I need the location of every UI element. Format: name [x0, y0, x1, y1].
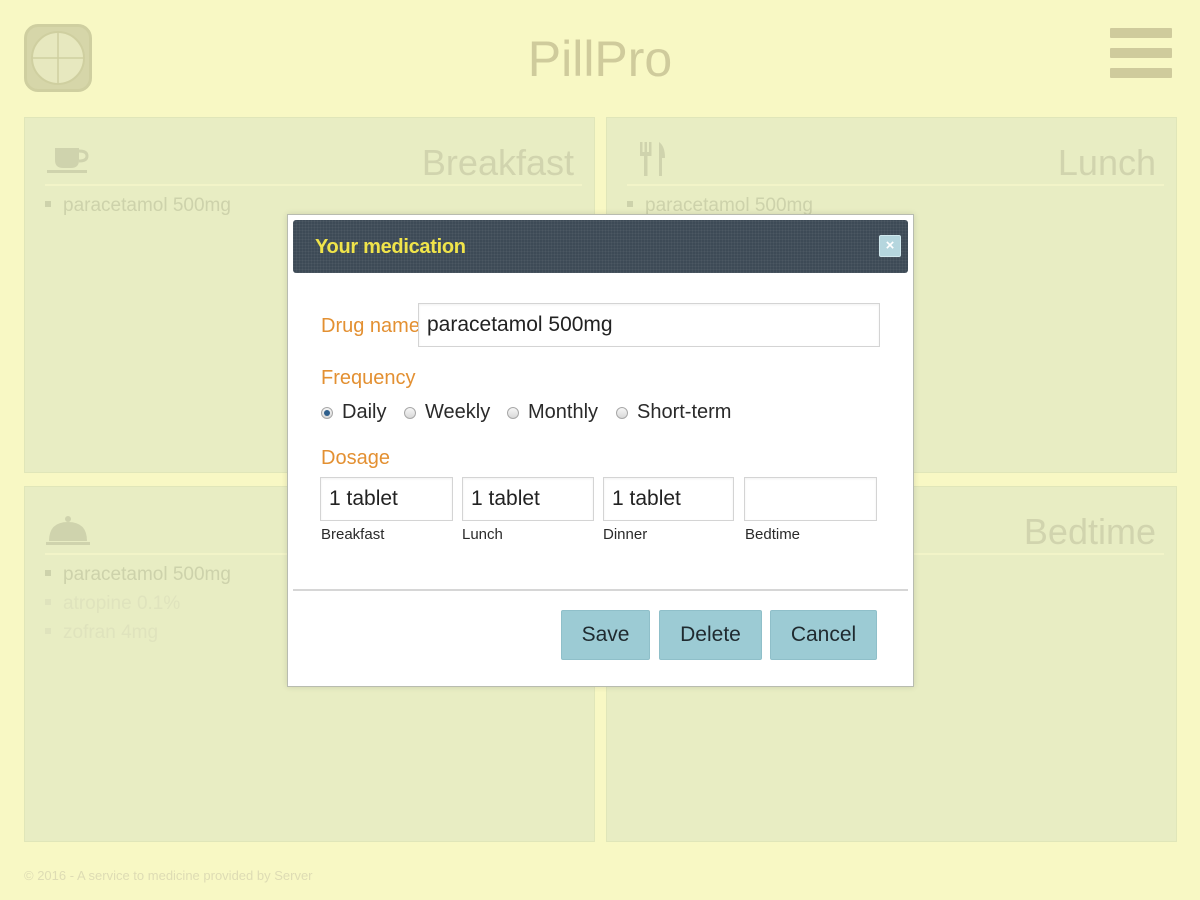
list-item[interactable]: paracetamol 500mg	[45, 196, 231, 225]
panel-divider	[627, 184, 1164, 186]
cancel-button[interactable]: Cancel	[770, 610, 877, 660]
frequency-label: Frequency	[321, 367, 416, 389]
dosage-caption-lunch: Lunch	[462, 526, 503, 543]
footer-text: © 2016 - A service to medicine provided …	[24, 868, 313, 883]
dosage-lunch-input[interactable]: 1 tablet	[462, 477, 594, 521]
panel-divider	[45, 184, 582, 186]
radio-unselected-icon[interactable]	[616, 407, 628, 419]
app-title: PillPro	[527, 31, 673, 87]
medication-dialog: Your medication × Drug name paracetamol …	[287, 214, 914, 687]
close-icon[interactable]: ×	[879, 235, 901, 257]
hamburger-menu-icon[interactable]	[1110, 28, 1172, 78]
dinner-medication-list: paracetamol 500mg atropine 0.1% zofran 4…	[45, 565, 231, 652]
list-item[interactable]: paracetamol 500mg	[45, 565, 231, 594]
save-button[interactable]: Save	[561, 610, 650, 660]
coffee-cup-icon	[47, 148, 89, 173]
drug-name-input[interactable]: paracetamol 500mg	[418, 303, 880, 347]
dosage-bedtime-input[interactable]	[744, 477, 877, 521]
dialog-divider	[293, 589, 908, 591]
dosage-caption-breakfast: Breakfast	[321, 526, 385, 543]
panel-title-lunch: Lunch	[1057, 142, 1156, 183]
panel-title-bedtime: Bedtime	[1023, 511, 1156, 552]
dosage-caption-bedtime: Bedtime	[745, 526, 801, 543]
panel-title-breakfast: Breakfast	[421, 142, 574, 183]
dosage-label: Dosage	[321, 447, 390, 469]
radio-label: Short-term	[637, 401, 732, 423]
dialog-title: Your medication	[315, 236, 466, 258]
radio-unselected-icon[interactable]	[507, 407, 519, 419]
delete-button[interactable]: Delete	[659, 610, 762, 660]
fork-knife-icon	[640, 142, 665, 176]
breakfast-medication-list: paracetamol 500mg	[45, 196, 231, 225]
radio-selected-icon[interactable]	[321, 407, 333, 419]
dialog-header: Your medication ×	[293, 220, 908, 273]
drug-name-label: Drug name	[321, 315, 420, 337]
dosage-breakfast-input[interactable]: 1 tablet	[320, 477, 453, 521]
list-item[interactable]: atropine 0.1%	[45, 594, 231, 623]
radio-label: Weekly	[425, 401, 491, 423]
list-item[interactable]: zofran 4mg	[45, 623, 231, 652]
cloche-icon	[46, 516, 90, 545]
dosage-caption-dinner: Dinner	[603, 526, 648, 543]
app-background: PillPro Breakfast paracetamol 500mg Lunc…	[0, 0, 1200, 900]
dosage-dinner-input[interactable]: 1 tablet	[603, 477, 734, 521]
radio-label: Daily	[342, 401, 387, 423]
radio-label: Monthly	[528, 401, 599, 423]
radio-unselected-icon[interactable]	[404, 407, 416, 419]
